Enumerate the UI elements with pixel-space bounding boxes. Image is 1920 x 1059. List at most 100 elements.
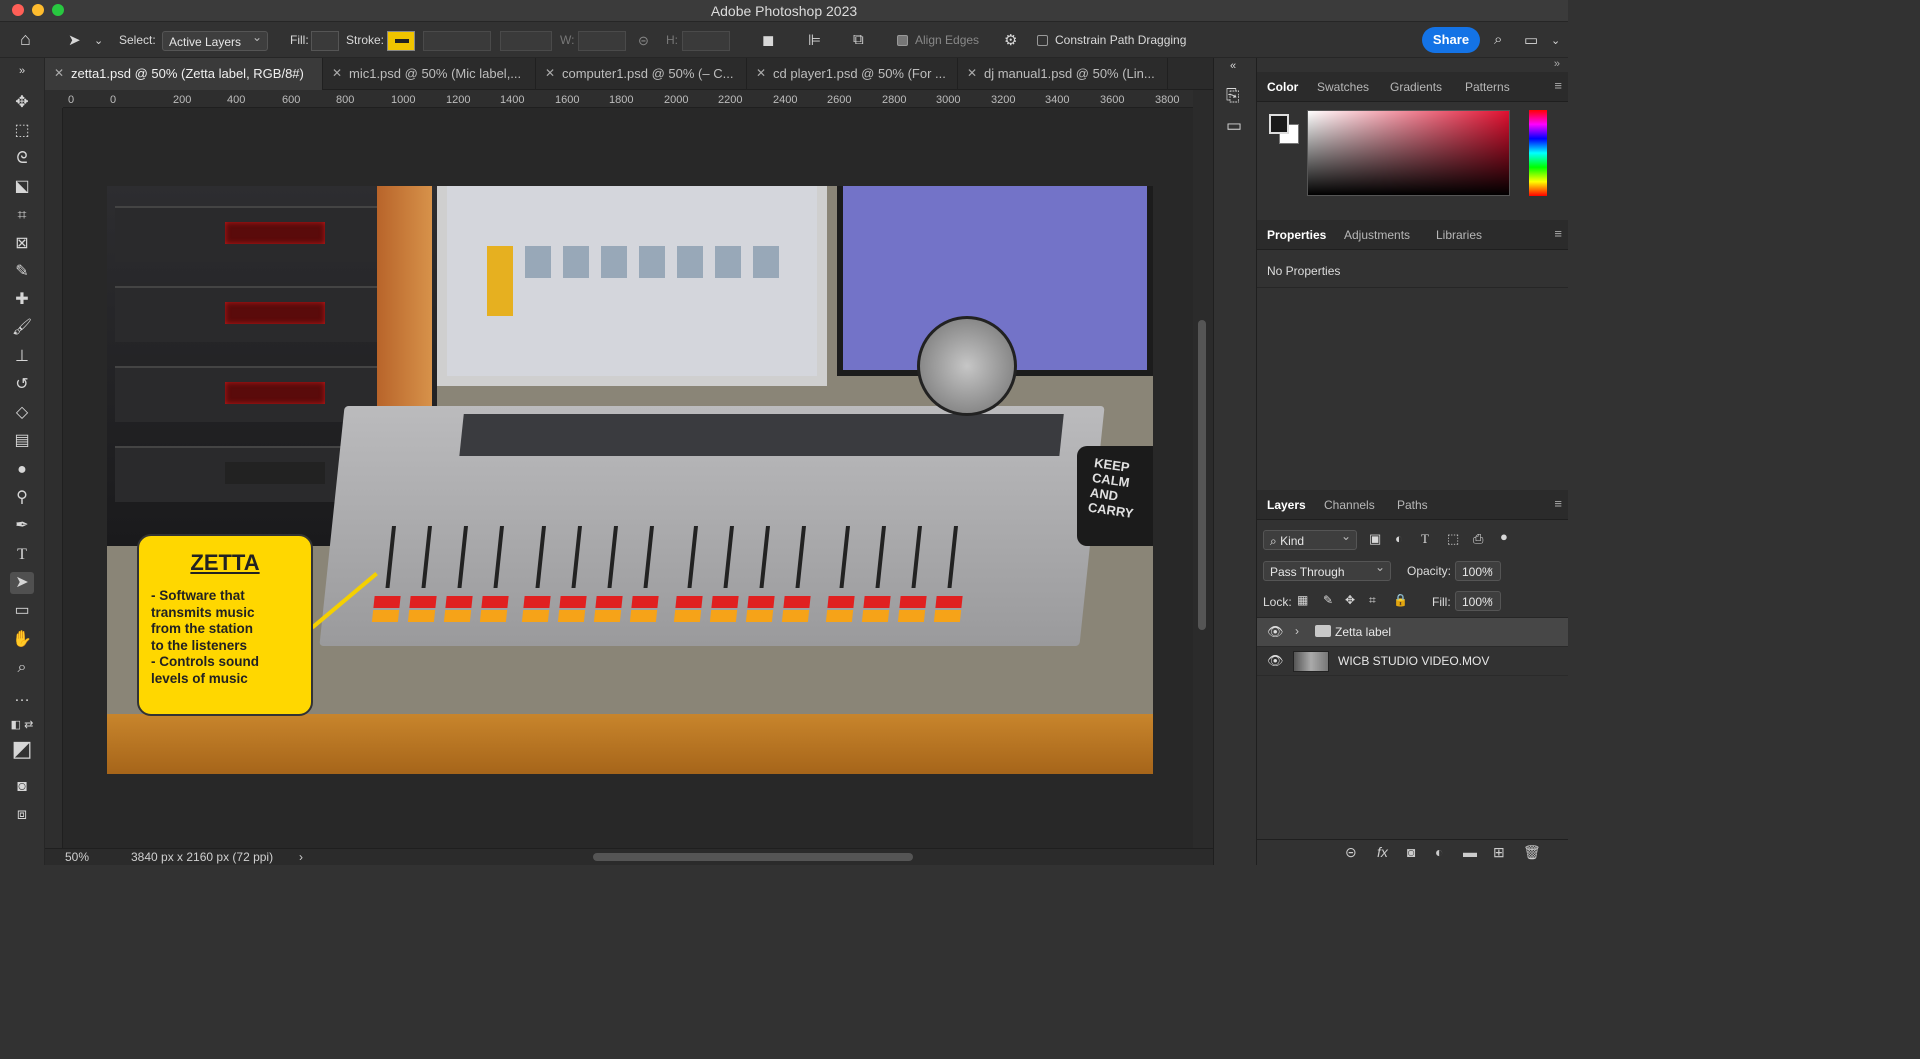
tab-cd-player1[interactable]: ✕ cd player1.psd @ 50% (For ...	[747, 58, 958, 90]
tab-adjustments[interactable]: Adjustments	[1344, 228, 1410, 242]
gear-icon[interactable]: ⚙	[1004, 31, 1017, 49]
tab-dj-manual1[interactable]: ✕ dj manual1.psd @ 50% (Lin...	[958, 58, 1168, 90]
close-tab-icon[interactable]: ✕	[967, 66, 977, 80]
zetta-label-card[interactable]: ZETTA - Software that transmits music fr…	[137, 534, 313, 716]
home-icon[interactable]: ⌂	[20, 29, 31, 50]
tab-gradients[interactable]: Gradients	[1390, 80, 1442, 94]
layer-row-zetta-label[interactable]: 👁 › Zetta label	[1257, 618, 1568, 647]
lasso-tool-icon[interactable]: ᘓ	[10, 148, 34, 170]
path-arrangement-icon[interactable]: ⧉	[853, 31, 864, 48]
lock-image-icon[interactable]: ✎	[1323, 593, 1333, 607]
tab-channels[interactable]: Channels	[1324, 498, 1375, 512]
brush-tool-icon[interactable]: 🖌	[10, 317, 34, 339]
height-field[interactable]	[682, 31, 730, 51]
stroke-type-dropdown[interactable]	[500, 31, 552, 51]
align-edges-checkbox[interactable]	[897, 35, 908, 46]
layer-filter-dropdown[interactable]: ⌕ Kind	[1263, 529, 1357, 550]
marquee-tool-icon[interactable]: ⬚	[10, 120, 34, 142]
horizontal-ruler[interactable]: 0 0 200 400 600 800 1000 1200 1400 1600 1800 2000 22…	[63, 90, 1193, 108]
lock-artboard-icon[interactable]: ⌗	[1369, 593, 1376, 608]
width-field[interactable]	[578, 31, 626, 51]
fill-swatch[interactable]	[311, 31, 339, 51]
lock-position-icon[interactable]: ✥	[1345, 593, 1355, 607]
close-tab-icon[interactable]: ✕	[545, 66, 555, 80]
default-colors-icon[interactable]: ◧ ⇄	[10, 714, 34, 736]
new-group-icon[interactable]: ▬	[1463, 844, 1477, 860]
color-spectrum[interactable]	[1307, 110, 1510, 196]
stroke-swatch[interactable]	[387, 31, 415, 51]
tab-swatches[interactable]: Swatches	[1317, 80, 1369, 94]
object-selection-tool-icon[interactable]: ⬕	[10, 176, 34, 198]
type-tool-icon[interactable]: T	[10, 544, 34, 566]
link-icon[interactable]: ⊝	[638, 33, 649, 49]
dodge-tool-icon[interactable]: ⚲	[10, 487, 34, 509]
tab-patterns[interactable]: Patterns	[1465, 80, 1510, 94]
select-dropdown[interactable]: Active Layers	[162, 30, 268, 51]
close-tab-icon[interactable]: ✕	[54, 66, 64, 80]
add-mask-icon[interactable]: ◙	[1407, 844, 1415, 860]
collapse-icon[interactable]: »	[1554, 58, 1560, 70]
filter-toggle-icon[interactable]: ●	[1500, 529, 1508, 544]
hand-tool-icon[interactable]: ✋	[10, 629, 34, 651]
workspace-icon[interactable]: ▭	[1524, 31, 1538, 49]
collapse-icon[interactable]: »	[10, 60, 34, 82]
stroke-width-field[interactable]	[423, 31, 491, 51]
blur-tool-icon[interactable]: ●	[10, 459, 34, 481]
type-filter-icon[interactable]: T	[1421, 531, 1429, 547]
pen-tool-icon[interactable]: ✒	[10, 515, 34, 537]
panel-menu-icon[interactable]: ≡	[1554, 226, 1562, 241]
path-operations-icon[interactable]: ◼	[762, 31, 774, 49]
zoom-level[interactable]: 50%	[65, 850, 89, 864]
gradient-tool-icon[interactable]: ▤	[10, 430, 34, 452]
path-alignment-icon[interactable]: ⊫	[808, 31, 821, 49]
collapse-icon[interactable]: «	[1230, 60, 1236, 72]
shape-filter-icon[interactable]: ⬚	[1447, 531, 1459, 547]
fx-icon[interactable]: fx	[1377, 844, 1388, 860]
crop-tool-icon[interactable]: ⌗	[10, 205, 34, 227]
adjustment-filter-icon[interactable]: ◐	[1395, 531, 1403, 546]
more-tools-icon[interactable]: …	[10, 686, 34, 708]
foreground-background-icon[interactable]: ◩	[10, 738, 34, 760]
tab-layers[interactable]: Layers	[1267, 498, 1306, 512]
smart-object-filter-icon[interactable]: ⎙	[1473, 531, 1483, 547]
lock-all-icon[interactable]: 🔒	[1393, 593, 1408, 607]
tab-mic1[interactable]: ✕ mic1.psd @ 50% (Mic label,...	[323, 58, 536, 90]
document-image[interactable]: KEEP CALM AND CARRY ZETTA - Software tha…	[107, 186, 1153, 774]
panel-menu-icon[interactable]: ≡	[1554, 78, 1562, 93]
path-selection-tool-icon[interactable]: ➤	[10, 572, 34, 594]
chevron-down-icon[interactable]: ⌄	[94, 34, 103, 47]
layer-row-video[interactable]: 👁 WICB STUDIO VIDEO.MOV	[1257, 647, 1568, 676]
panel-menu-icon[interactable]: ≡	[1554, 496, 1562, 511]
hue-slider[interactable]	[1529, 110, 1547, 196]
history-panel-icon[interactable]: ⎘	[1226, 86, 1240, 106]
chevron-right-icon[interactable]: ›	[1295, 624, 1299, 638]
vertical-ruler[interactable]	[45, 108, 63, 848]
move-tool-preset-icon[interactable]: ➤	[68, 31, 81, 49]
trash-icon[interactable]: 🗑	[1523, 844, 1541, 861]
visibility-eye-icon[interactable]: 👁	[1267, 624, 1284, 640]
new-layer-icon[interactable]: ⊞	[1493, 844, 1505, 861]
tab-properties[interactable]: Properties	[1267, 228, 1326, 242]
search-icon[interactable]: ⌕	[1494, 31, 1502, 48]
chevron-down-icon[interactable]: ⌄	[1551, 34, 1560, 47]
share-button[interactable]: Share	[1422, 27, 1480, 53]
lock-transparent-icon[interactable]: ▦	[1297, 593, 1308, 607]
healing-brush-tool-icon[interactable]: ✚	[10, 289, 34, 311]
frame-tool-icon[interactable]: ⊠	[10, 233, 34, 255]
link-layers-icon[interactable]: ⊝	[1345, 844, 1357, 861]
tab-paths[interactable]: Paths	[1397, 498, 1428, 512]
comments-panel-icon[interactable]: ▭	[1226, 116, 1242, 136]
opacity-field[interactable]: 100%	[1455, 560, 1501, 581]
tab-libraries[interactable]: Libraries	[1436, 228, 1482, 242]
history-brush-tool-icon[interactable]: ↺	[10, 374, 34, 396]
clone-stamp-tool-icon[interactable]: ⊥	[10, 346, 34, 368]
tab-zetta1[interactable]: ✕ zetta1.psd @ 50% (Zetta label, RGB/8#)	[45, 58, 323, 90]
image-filter-icon[interactable]: ▣	[1369, 531, 1381, 547]
close-tab-icon[interactable]: ✕	[756, 66, 766, 80]
tab-color[interactable]: Color	[1267, 80, 1298, 94]
adjustment-layer-icon[interactable]: ◐	[1435, 844, 1443, 860]
blend-mode-dropdown[interactable]: Pass Through	[1263, 560, 1391, 581]
visibility-eye-icon[interactable]: 👁	[1267, 653, 1284, 669]
move-tool-icon[interactable]: ✥	[10, 92, 34, 114]
vertical-scroll-thumb[interactable]	[1198, 320, 1206, 630]
